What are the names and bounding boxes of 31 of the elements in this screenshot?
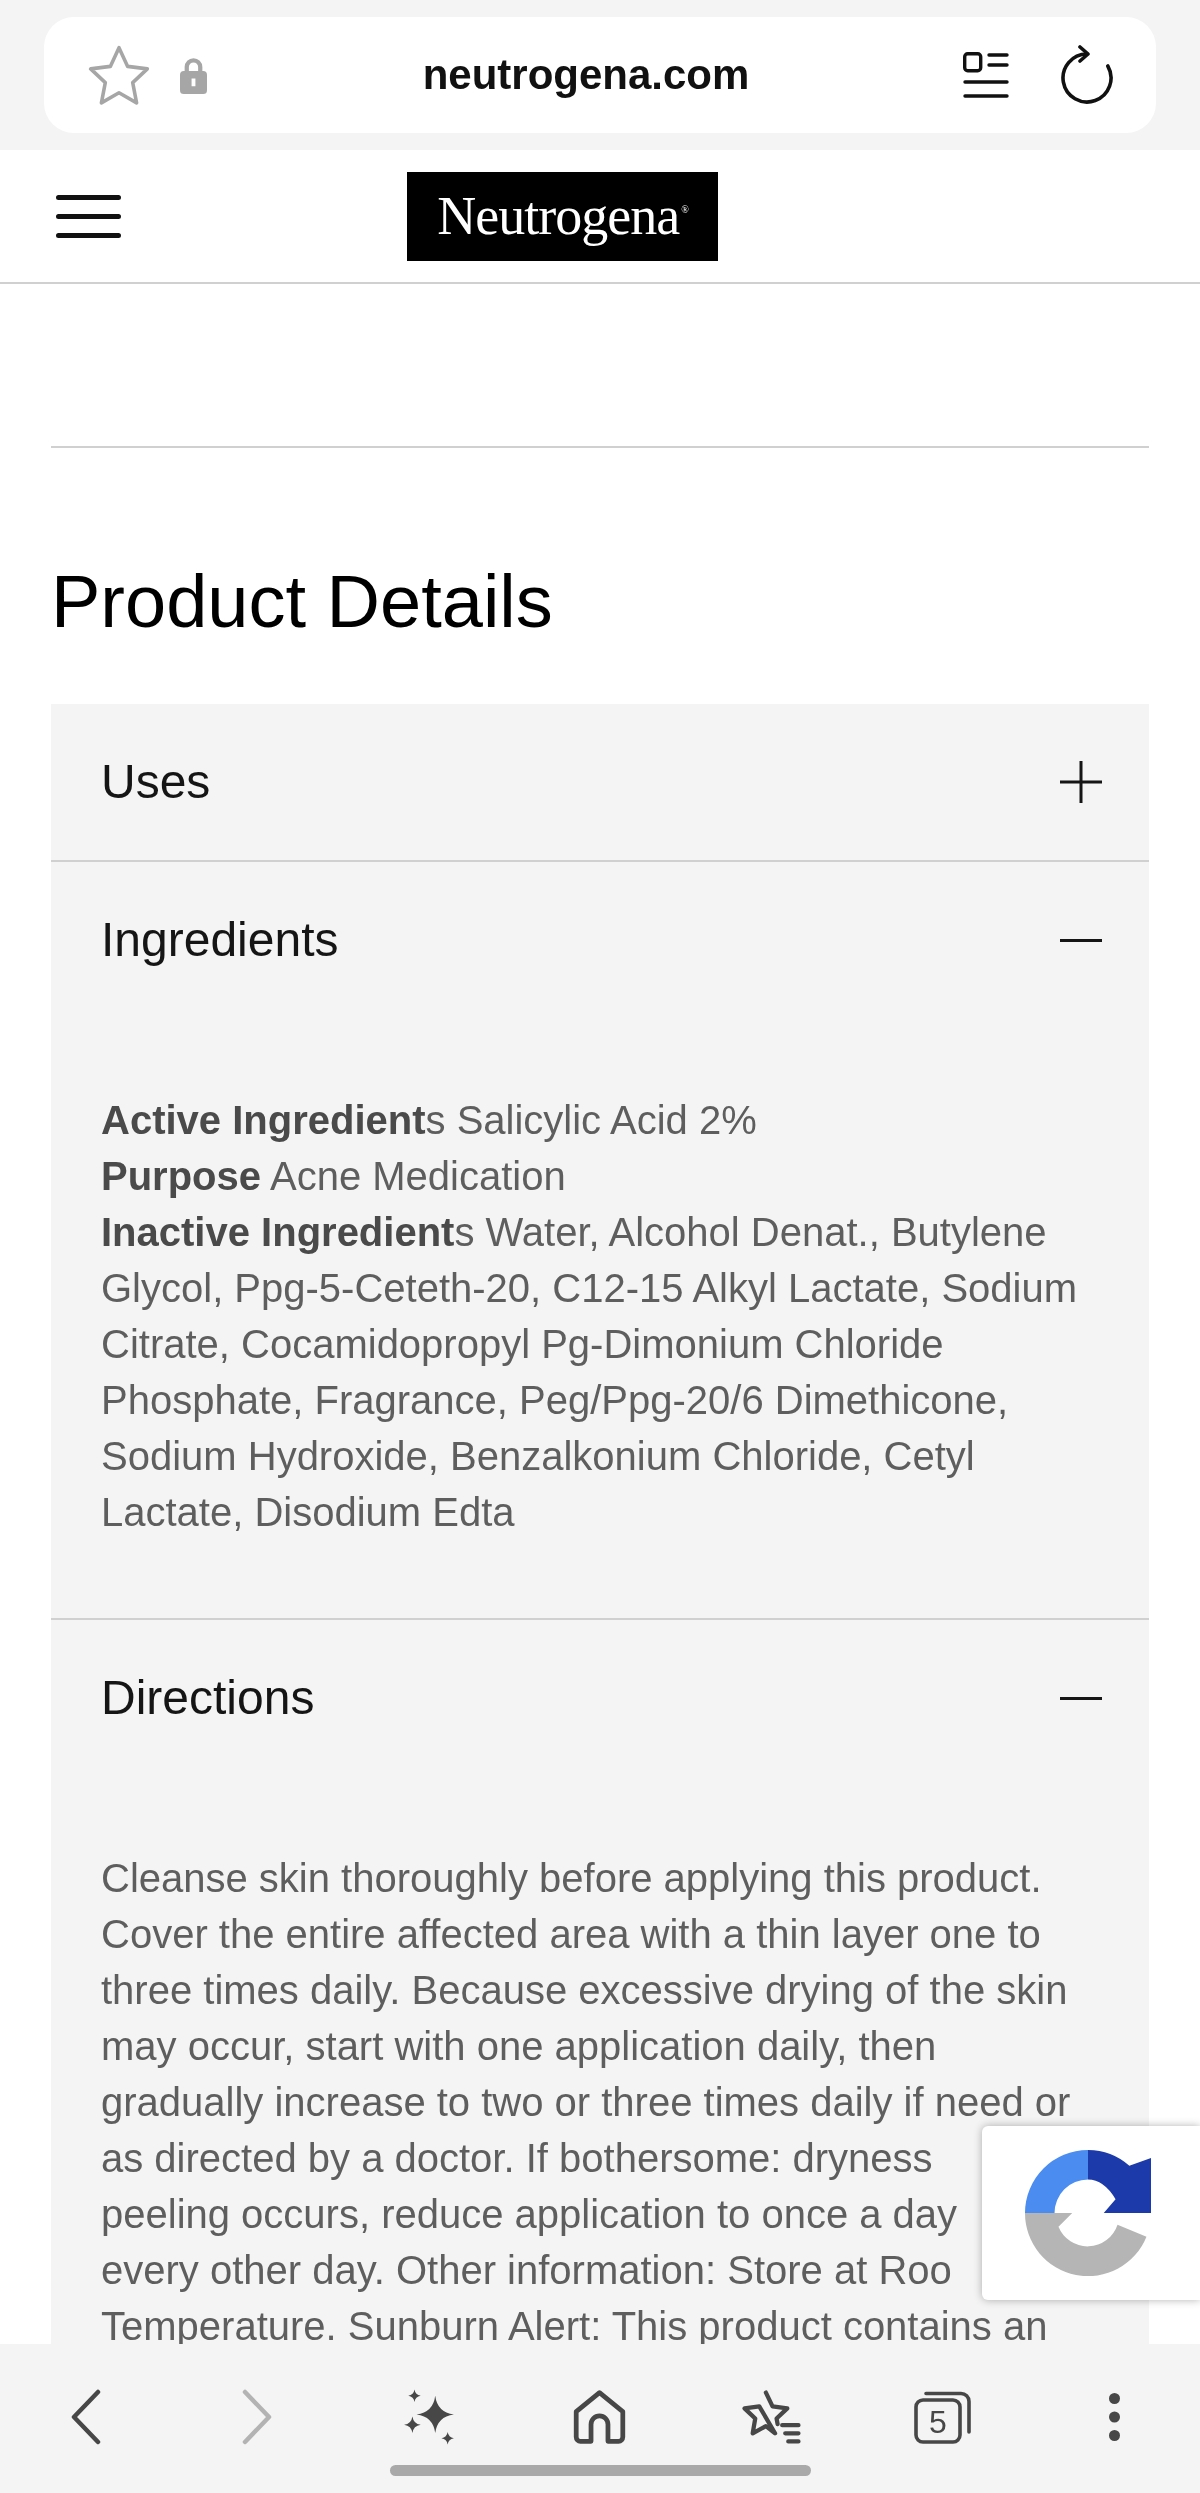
tabs-button[interactable]: 5 <box>913 2390 972 2444</box>
section-text: Temperature. Sunburn Alert: This product contains an <box>101 2304 1048 2348</box>
section-text: Purpose Acne Medication <box>101 1154 566 1198</box>
reader-mode-icon[interactable] <box>963 52 1009 98</box>
url-text[interactable]: neutrogena.com <box>422 54 750 96</box>
section-heading: Product Details <box>51 565 553 639</box>
section-text: Cover the entire affected area with a thin layer one to <box>101 1912 1041 1956</box>
accordion-header[interactable]: Directions <box>51 1620 1149 1776</box>
menu-icon[interactable] <box>56 194 121 238</box>
section-text: Active Ingredients Salicylic Acid 2% <box>101 1098 757 1142</box>
home-icon[interactable] <box>573 2390 627 2444</box>
section-text: every other day. Other information: Store at Roo <box>101 2248 952 2292</box>
section-text: three times daily. Because excessive drying of the skin <box>101 1968 1068 2012</box>
section-text: may occur, start with one application daily, then <box>101 2024 937 2068</box>
star-icon[interactable] <box>88 45 150 105</box>
sparkle-icon[interactable] <box>402 2389 455 2445</box>
brand-logo[interactable]: Neutrogena$^{®}$ <box>407 171 718 261</box>
accordion-header[interactable]: Ingredients <box>51 862 1149 1018</box>
accordion-header[interactable]: Uses <box>51 704 1149 860</box>
chevron-left-icon[interactable] <box>70 2389 101 2445</box>
tabs-icon <box>913 2390 972 2444</box>
circular-arrows-icon <box>1025 2150 1151 2276</box>
floating-badge[interactable] <box>982 2126 1200 2300</box>
section-text: Cleanse skin thoroughly before applying this product. <box>101 1856 1042 1900</box>
star-list-icon[interactable] <box>741 2390 801 2444</box>
section-text: Inactive Ingredients Water, Alcohol Denat., Butylene Glycol, Ppg-5-Ceteth-20, C12-15 Alkyl Lactate, Sodium Citrate, Cocamidopropyl Pg-Dimonium Chloride Phosphate, Fragrance, Peg/Ppg-20/6 Dimethicone, Sodium Hydroxide, Benzalkonium Chloride, Cetyl Lactate, Disodium Edta <box>101 1210 1078 1534</box>
section-text: as directed by a doctor. If bothersome: dryness <box>101 2136 933 2180</box>
section-text: gradually increase to two or three times daily if need or <box>101 2080 1071 2124</box>
more-options-icon[interactable] <box>1107 2392 1121 2442</box>
refresh-icon[interactable] <box>1060 45 1114 105</box>
section-text: peeling occurs, reduce application to once a day <box>101 2192 958 2236</box>
